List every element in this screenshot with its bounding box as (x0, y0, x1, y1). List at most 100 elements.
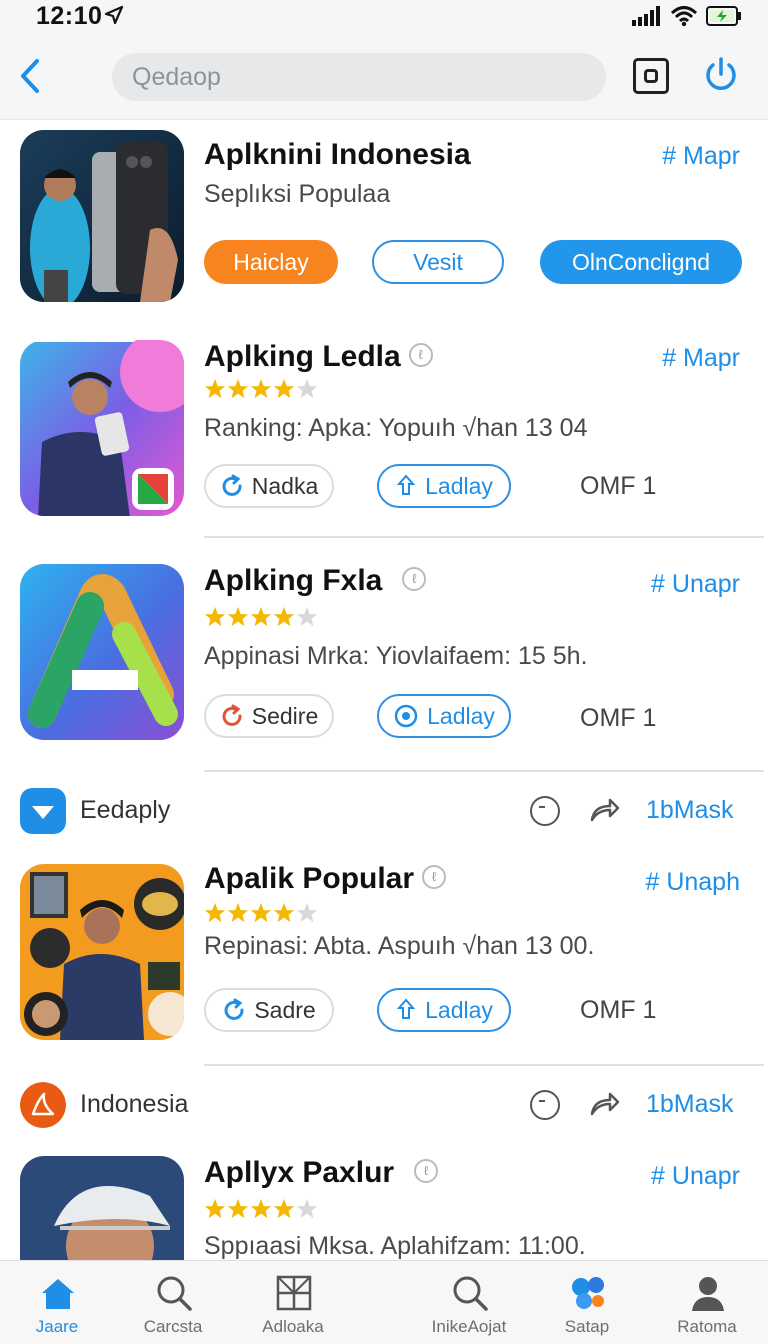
signal-icon (632, 6, 660, 26)
search-icon (453, 1276, 488, 1311)
app-card[interactable]: Aplking Ledla ℓ # Mapr Ranking: Apka: Yop… (0, 330, 768, 540)
featured-primary-button[interactable]: Haiclay (204, 240, 338, 284)
app-title: Apalik Popular ℓ (204, 862, 447, 896)
search-input[interactable] (112, 53, 606, 101)
featured-install-button[interactable]: OlnConclignd (540, 240, 742, 284)
app-card[interactable]: Apllyx Paxlur ℓ # Unapr Sppıaasi Mksa. Ap… (0, 1150, 768, 1260)
star-icon (273, 1198, 295, 1219)
app-title-text: Aplking Fxla (204, 564, 383, 597)
app-card[interactable]: Apalik Popular ℓ # Unaph Repinasi: Abta. … (0, 856, 768, 1070)
status-bar: 12:10 (0, 0, 768, 36)
app-title: Aplking Fxla ℓ (204, 564, 427, 598)
section-label: Eedaply (80, 796, 171, 824)
share-icon[interactable] (588, 1088, 620, 1120)
app-action-button[interactable]: Sedire (204, 694, 334, 738)
nav-profile[interactable]: Ratoma (652, 1261, 762, 1344)
nav-home[interactable]: Jaare (2, 1261, 112, 1344)
app-root: 12:10 Qedaop Aplknini Indonesia # Mapr S… (0, 0, 768, 1344)
featured-app-card[interactable]: Aplknini Indonesia # Mapr Seplıksi Popul… (0, 120, 768, 320)
divider (204, 536, 764, 538)
star-icon (204, 902, 226, 923)
app-action-button[interactable]: Sadre (204, 988, 334, 1032)
featured-visit-button[interactable]: Vesit (372, 240, 504, 284)
back-button[interactable] (12, 54, 48, 98)
battery-icon (706, 6, 741, 26)
nav-label: Ratoma (677, 1317, 737, 1336)
cloud-icon (394, 704, 418, 728)
star-icon (227, 606, 249, 627)
bottom-navigation: Jaare Carcsta Adloaka InikeAojat Satap R… (0, 1260, 768, 1344)
app-thumbnail (20, 864, 184, 1040)
camera-button[interactable] (633, 58, 669, 94)
star-icon (204, 606, 226, 627)
refresh-icon (224, 998, 244, 1020)
section-header: Indonesia 1bMask (0, 1076, 768, 1136)
nav-label: Jaare (35, 1317, 79, 1336)
app-action-label: Sedire (251, 702, 319, 729)
nav-search[interactable]: Carcsta (118, 1261, 228, 1344)
section-link[interactable]: 1bMask (646, 796, 734, 825)
verified-icon: ℓ (414, 1159, 439, 1184)
verified-icon: ℓ (422, 865, 447, 890)
star-empty-icon (296, 606, 318, 627)
verified-icon: ℓ (402, 567, 427, 592)
download-button[interactable]: Ladlay (377, 694, 511, 738)
app-action-button[interactable]: Nadka (204, 464, 334, 508)
app-title-text: Apllyx Paxlur (204, 1156, 395, 1189)
app-meta: OMF 1 (580, 472, 657, 500)
download-label: Ladlay (427, 702, 495, 729)
star-empty-icon (296, 378, 318, 399)
camera-icon (644, 69, 658, 83)
star-icon (227, 378, 249, 399)
section-link[interactable]: 1bMask (646, 1090, 734, 1119)
app-meta: OMF 1 (580, 996, 657, 1024)
status-time: 12:10 (36, 2, 103, 30)
app-tag-link[interactable]: # Unaph (645, 868, 740, 897)
divider (204, 770, 764, 772)
grid-icon (276, 1275, 312, 1311)
status-indicators (632, 4, 742, 28)
app-tag-link[interactable]: # Mapr (662, 344, 740, 373)
rating-stars (204, 378, 318, 402)
app-tag-link[interactable]: # Unapr (651, 570, 740, 599)
section-header: Eedaply 1bMask (0, 782, 768, 842)
featured-tag-link[interactable]: # Mapr (662, 142, 740, 171)
app-card[interactable]: Aplking Fxla ℓ # Unapr Appinasi Mrka: Yio… (0, 556, 768, 772)
app-action-label: Sadre (254, 996, 316, 1023)
location-app-icon[interactable] (20, 1082, 66, 1128)
share-icon[interactable] (588, 794, 620, 826)
nav-label: InikeAojat (431, 1317, 507, 1336)
app-action-label: Nadka (251, 472, 319, 499)
section-label: Indonesia (80, 1090, 189, 1118)
info-icon[interactable] (530, 1090, 560, 1120)
app-title-text: Apalik Popular (204, 862, 415, 895)
star-icon (250, 378, 272, 399)
star-icon (273, 902, 295, 923)
wifi-icon (670, 6, 698, 27)
dropdown-app-icon[interactable] (20, 788, 66, 834)
download-button[interactable]: Ladlay (377, 464, 511, 508)
star-icon (250, 902, 272, 923)
app-title: Aplking Ledla ℓ (204, 340, 433, 374)
info-icon[interactable] (530, 796, 560, 826)
power-icon[interactable] (702, 56, 740, 96)
star-icon (250, 606, 272, 627)
star-icon (273, 378, 295, 399)
star-icon (250, 1198, 272, 1219)
nav-apps[interactable]: Satap (532, 1261, 642, 1344)
featured-primary-label: Haiclay (233, 248, 309, 275)
download-button[interactable]: Ladlay (377, 988, 511, 1032)
nav-search-2[interactable]: InikeAojat (414, 1261, 524, 1344)
nav-grid[interactable]: Adloaka (238, 1261, 348, 1344)
location-arrow-icon (104, 5, 124, 25)
home-icon (42, 1279, 74, 1309)
app-tag-link[interactable]: # Unapr (651, 1162, 740, 1191)
nav-label: Satap (564, 1317, 610, 1336)
star-icon (227, 902, 249, 923)
divider (204, 1064, 764, 1066)
app-thumbnail (20, 564, 184, 740)
download-label: Ladlay (425, 472, 493, 499)
nav-label: Carcsta (143, 1317, 203, 1336)
app-subtitle: Sppıaasi Mksa. Aplahifzam: 11:00. (204, 1232, 586, 1260)
verified-icon: ℓ (408, 343, 433, 368)
